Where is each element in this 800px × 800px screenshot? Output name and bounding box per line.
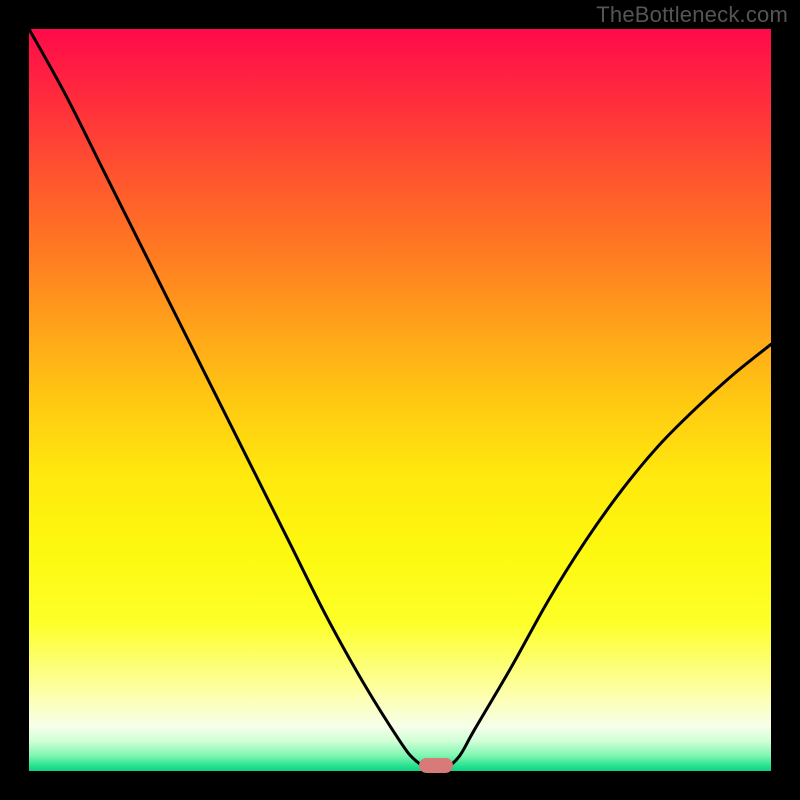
chart-container: TheBottleneck.com (0, 0, 800, 800)
plot-area (29, 29, 771, 771)
bottleneck-curve (29, 29, 771, 770)
watermark-text: TheBottleneck.com (596, 2, 788, 28)
optimal-point-marker (419, 758, 453, 773)
curve-layer (29, 29, 771, 771)
